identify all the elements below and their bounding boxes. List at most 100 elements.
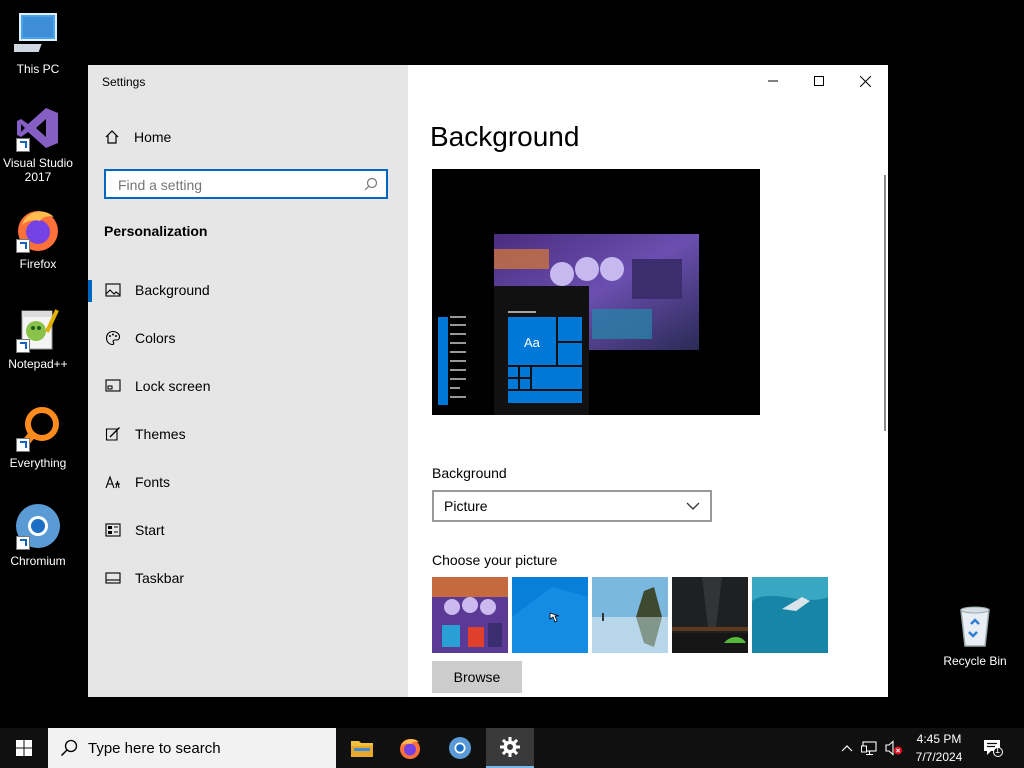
nav-item-themes[interactable]: Themes	[88, 414, 408, 454]
window-title: Settings	[102, 75, 146, 89]
themes-icon	[104, 425, 122, 443]
nav-item-label: Taskbar	[135, 570, 185, 586]
desktop-icon-chromium[interactable]: Chromium	[0, 502, 76, 568]
browse-button[interactable]: Browse	[432, 661, 522, 693]
gear-icon	[500, 737, 520, 757]
picture-thumbnail[interactable]	[512, 577, 588, 653]
volume-button[interactable]	[884, 728, 904, 768]
find-setting-search-box[interactable]	[104, 169, 388, 199]
taskbar-chromium[interactable]	[436, 728, 484, 768]
palette-icon	[104, 329, 122, 347]
nav-item-start[interactable]: Start	[88, 510, 408, 550]
nav-item-colors[interactable]: Colors	[88, 318, 408, 358]
search-icon	[364, 177, 378, 191]
chevron-up-icon	[841, 745, 853, 752]
nav-item-label: Start	[135, 522, 165, 538]
desktop-icon-label: Chromium	[10, 554, 66, 568]
shortcut-arrow-icon	[16, 239, 30, 253]
picture-thumbnail[interactable]	[432, 577, 508, 653]
choose-picture-label: Choose your picture	[432, 552, 558, 568]
search-icon	[60, 739, 78, 757]
maximize-icon	[814, 76, 824, 86]
start-button[interactable]	[0, 728, 48, 768]
nav-item-label: Themes	[135, 426, 186, 442]
lock-screen-icon	[104, 377, 122, 395]
action-center-button[interactable]: 1	[978, 728, 1008, 768]
nav-item-fonts[interactable]: Fonts	[88, 462, 408, 502]
home-label: Home	[134, 129, 172, 145]
nav-item-label: Background	[135, 282, 210, 298]
nav-item-lock-screen[interactable]: Lock screen	[88, 366, 408, 406]
computer-icon	[6, 10, 62, 58]
nav-item-label: Lock screen	[135, 378, 211, 394]
firefox-icon	[14, 205, 62, 253]
home-icon	[105, 130, 119, 144]
desktop-icon-firefox[interactable]: Firefox	[0, 205, 76, 271]
settings-window: Settings Home Personalization Background…	[88, 65, 888, 697]
network-button[interactable]	[860, 728, 880, 768]
taskbar-settings[interactable]	[486, 728, 534, 768]
minimize-icon	[768, 80, 778, 82]
network-icon	[861, 741, 877, 756]
dropdown-selected-value: Picture	[444, 498, 488, 514]
notification-badge: 1	[995, 745, 1001, 755]
nav-item-taskbar[interactable]: Taskbar	[88, 558, 408, 598]
maximize-button[interactable]	[796, 65, 842, 97]
desktop-icon-label: Notepad++	[8, 357, 68, 371]
file-explorer-icon	[351, 741, 373, 757]
nav-item-background[interactable]: Background	[88, 270, 408, 310]
picture-thumbnails	[432, 577, 828, 653]
desktop-icon-label: Recycle Bin	[943, 654, 1007, 668]
show-hidden-icons-button[interactable]	[838, 728, 856, 768]
desktop-icon-label: This PC	[16, 62, 60, 76]
minimize-button[interactable]	[750, 65, 796, 97]
desktop-preview-image	[438, 234, 699, 415]
background-preview: Aa	[432, 169, 760, 415]
taskbar-firefox[interactable]	[386, 728, 434, 768]
desktop-icon-visual-studio[interactable]: Visual Studio 2017	[0, 104, 76, 184]
volume-muted-icon	[885, 740, 902, 756]
window-controls	[750, 65, 888, 97]
nav-item-label: Fonts	[135, 474, 171, 490]
picture-thumbnail[interactable]	[592, 577, 668, 653]
desktop-icon-this-pc[interactable]: This PC	[0, 10, 76, 76]
picture-thumbnail[interactable]	[672, 577, 748, 653]
recycle-bin-icon	[951, 602, 999, 650]
find-setting-input[interactable]	[116, 171, 360, 199]
desktop-icon-recycle-bin[interactable]: Recycle Bin	[937, 602, 1013, 668]
taskbar-file-explorer[interactable]	[338, 728, 386, 768]
shortcut-arrow-icon	[16, 536, 30, 550]
fonts-icon	[104, 473, 122, 491]
navigation-pane: Settings Home Personalization Background…	[88, 65, 408, 697]
clock-time: 4:45 PM	[916, 732, 962, 746]
desktop-icon-label: Visual Studio 2017	[3, 156, 73, 184]
desktop-icon-everything[interactable]: Everything	[0, 404, 76, 470]
section-title: Personalization	[104, 223, 208, 239]
preview-tile-text: Aa	[524, 335, 540, 350]
chromium-icon	[14, 502, 62, 550]
content-pane: Background Aa Background Picture Choose …	[408, 65, 888, 697]
taskbar-icon	[104, 569, 122, 587]
background-type-label: Background	[432, 465, 507, 481]
home-nav-item[interactable]: Home	[104, 129, 171, 145]
shortcut-arrow-icon	[16, 339, 30, 353]
desktop-icon-notepad-plus-plus[interactable]: Notepad++	[0, 305, 76, 371]
desktop-icon-label: Everything	[9, 456, 67, 470]
close-button[interactable]	[842, 65, 888, 97]
page-title: Background	[430, 121, 580, 152]
close-icon	[859, 75, 871, 87]
picture-icon	[104, 281, 122, 299]
chevron-down-icon	[686, 502, 700, 510]
vertical-scrollbar[interactable]	[884, 175, 886, 431]
start-icon	[104, 521, 122, 539]
windows-logo-icon	[16, 740, 32, 756]
desktop-icon-label: Firefox	[19, 257, 57, 271]
shortcut-arrow-icon	[16, 438, 30, 452]
taskbar: Type here to search 4:45 PM 7/7/2024 1	[0, 728, 1024, 768]
picture-thumbnail[interactable]	[752, 577, 828, 653]
shortcut-arrow-icon	[16, 138, 30, 152]
system-clock[interactable]: 4:45 PM 7/7/2024	[904, 730, 974, 766]
taskbar-search-box[interactable]: Type here to search	[48, 728, 336, 768]
background-type-dropdown[interactable]: Picture	[432, 490, 712, 522]
firefox-icon	[400, 738, 420, 759]
